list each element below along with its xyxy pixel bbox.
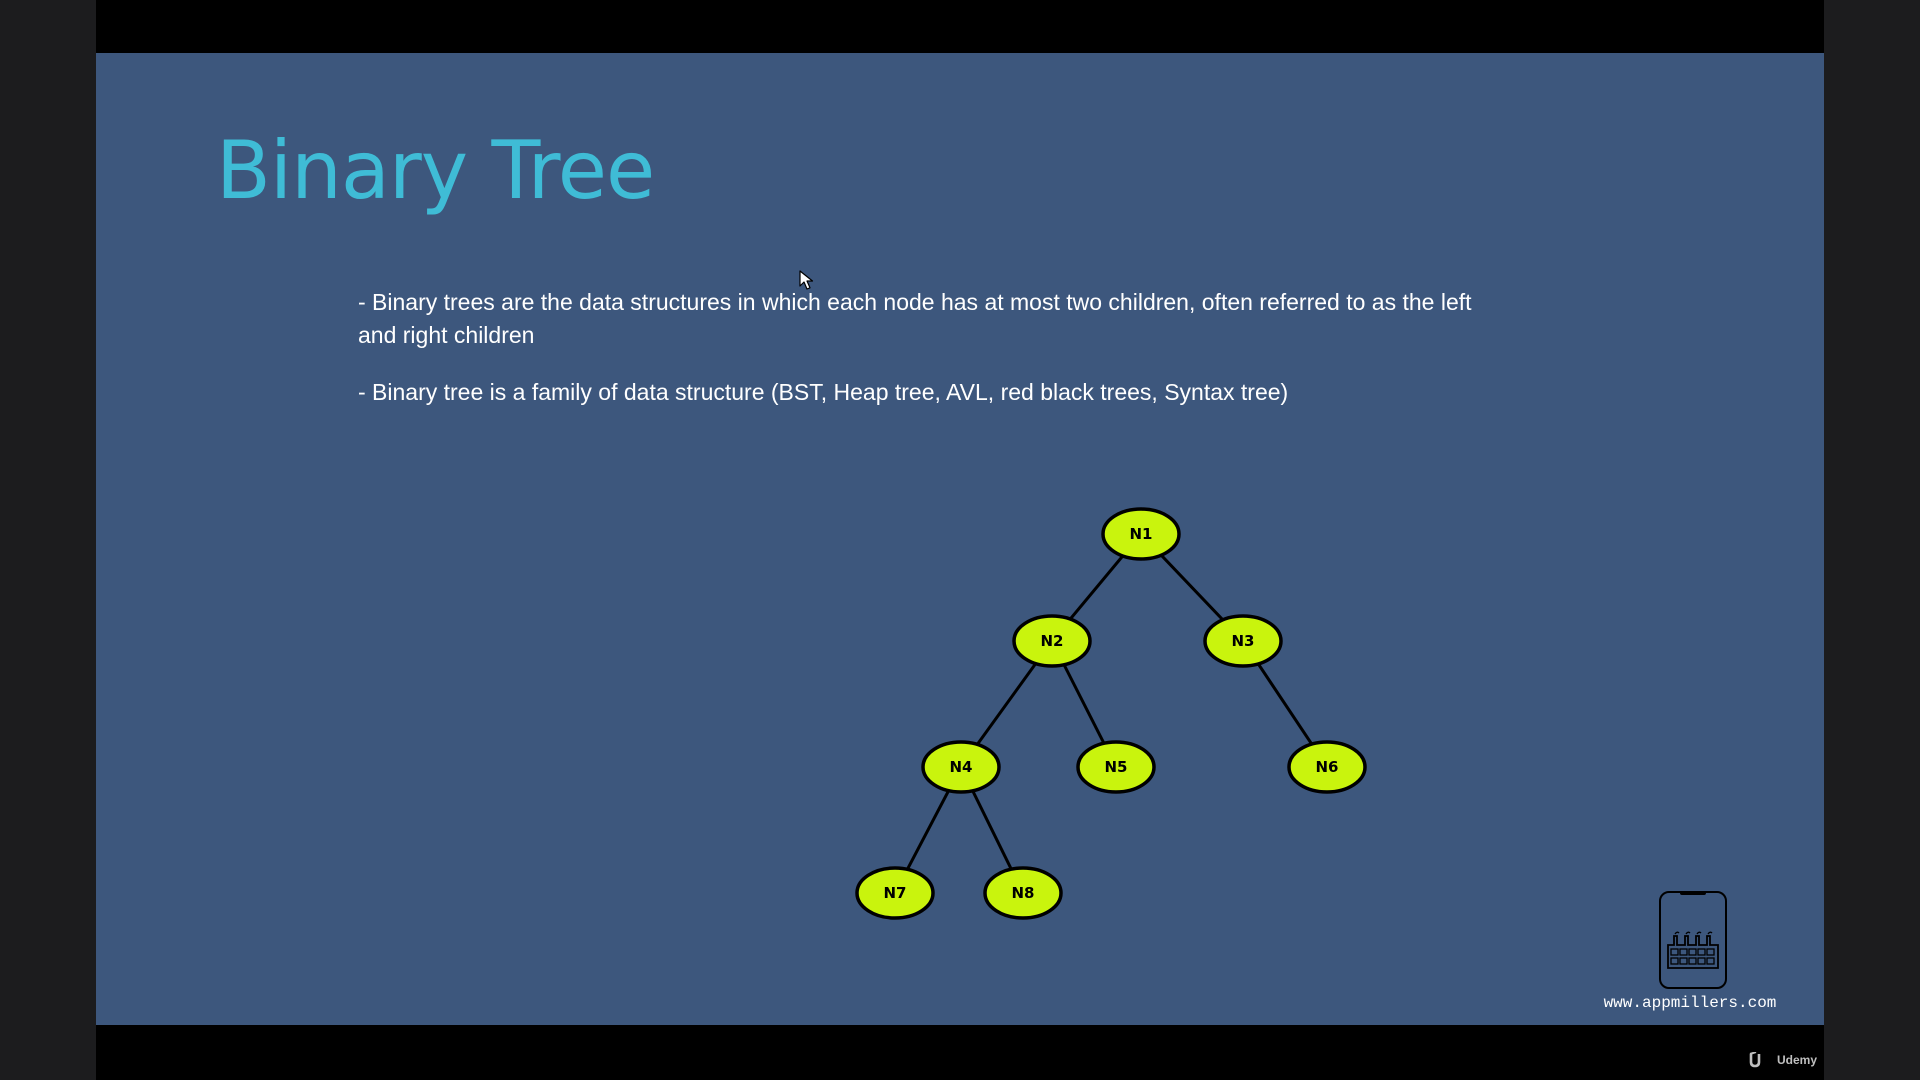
tree-node-label: N8 (1012, 884, 1035, 902)
tree-node-n8: N8 (983, 866, 1063, 920)
tree-node-n6: N6 (1287, 740, 1367, 794)
udemy-logo-icon (1749, 1052, 1761, 1068)
site-url: www.appmillers.com (1603, 994, 1777, 1012)
screen: Binary Tree - Binary trees are the data … (0, 0, 1920, 1080)
tree-node-n4: N4 (921, 740, 1001, 794)
tree-node-n5: N5 (1076, 740, 1156, 794)
mouse-cursor-icon (799, 270, 814, 290)
tree-node-label: N5 (1105, 758, 1128, 776)
tree-node-n1: N1 (1101, 507, 1181, 561)
tree-node-label: N4 (950, 758, 973, 776)
tree-node-label: N3 (1232, 632, 1255, 650)
tree-node-label: N1 (1130, 525, 1153, 543)
tree-node-label: N6 (1316, 758, 1339, 776)
tree-node-n2: N2 (1012, 614, 1092, 668)
slide: Binary Tree - Binary trees are the data … (96, 53, 1824, 1025)
tree-node-label: N7 (884, 884, 907, 902)
binary-tree-diagram: N1 N2 N3 N4 N5 N6 N7 N8 (855, 507, 1367, 920)
udemy-watermark: Udemy (1747, 1052, 1817, 1068)
tree-node-n7: N7 (855, 866, 935, 920)
udemy-watermark-text: Udemy (1776, 1053, 1817, 1067)
phone-factory-logo-icon (1659, 891, 1727, 989)
tree-node-n3: N3 (1203, 614, 1283, 668)
tree-edges (893, 532, 1329, 894)
tree-node-label: N2 (1041, 632, 1064, 650)
